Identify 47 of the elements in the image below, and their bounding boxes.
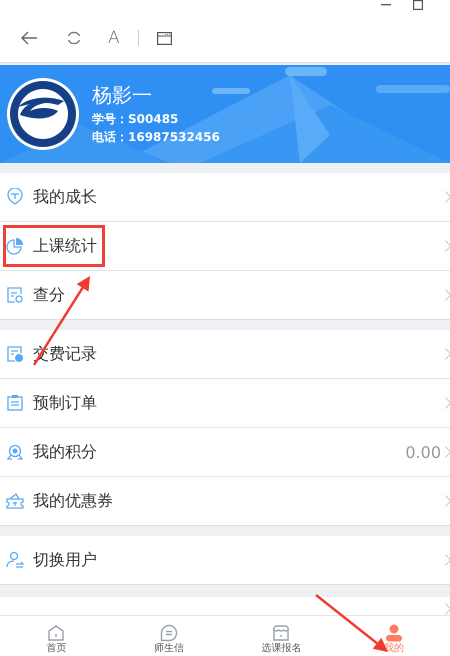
bill-icon bbox=[6, 345, 24, 363]
student-id: 学号：S00485 bbox=[92, 111, 180, 128]
menu-label: 我的成长 bbox=[33, 186, 97, 208]
student-name: 杨影一 bbox=[92, 82, 153, 108]
minimize-icon[interactable] bbox=[381, 4, 391, 6]
menu-label: 上课统计 bbox=[33, 236, 97, 256]
menu-item[interactable]: 我的成长 bbox=[0, 173, 450, 222]
switch-user-icon bbox=[6, 551, 24, 569]
shop-icon bbox=[272, 624, 290, 642]
chevron-icon bbox=[445, 446, 450, 458]
chevron-icon bbox=[445, 397, 450, 409]
person-icon bbox=[384, 624, 403, 642]
chevron-icon bbox=[445, 240, 450, 252]
menu-item[interactable]: 上课统计 bbox=[0, 222, 450, 271]
refresh-icon[interactable] bbox=[66, 30, 82, 46]
pie-chart-icon bbox=[6, 237, 24, 255]
points-value: 0.00 bbox=[405, 442, 441, 462]
menu-label: 预制订单 bbox=[33, 392, 97, 414]
chevron-icon bbox=[445, 348, 450, 360]
back-icon[interactable] bbox=[20, 31, 38, 45]
coupon-icon bbox=[6, 492, 24, 510]
message-icon bbox=[160, 624, 178, 642]
chevron-icon bbox=[445, 191, 450, 203]
menu-label: 我的优惠券 bbox=[33, 490, 113, 512]
menu-item[interactable]: 预制订单 bbox=[0, 379, 450, 428]
chevron-icon bbox=[445, 554, 450, 566]
home-icon bbox=[47, 624, 66, 642]
menu-item[interactable]: 切换用户 bbox=[0, 536, 450, 585]
menu-label: 切换用户 bbox=[33, 550, 97, 570]
phone-number: 电话：16987532456 bbox=[92, 129, 220, 146]
chevron-icon bbox=[445, 289, 450, 301]
window-icon[interactable] bbox=[156, 32, 172, 44]
menu-item[interactable]: 我的积分 0.00 bbox=[0, 428, 450, 477]
tab[interactable]: 首页 bbox=[0, 616, 112, 656]
tab[interactable]: 选课报名 bbox=[225, 616, 338, 656]
chevron-icon bbox=[445, 603, 450, 615]
chevron-icon bbox=[445, 495, 450, 507]
medal-icon bbox=[6, 443, 24, 461]
maximize-icon[interactable] bbox=[413, 0, 423, 10]
report-search-icon bbox=[6, 286, 24, 304]
clipboard-icon bbox=[6, 394, 24, 412]
menu-label: 查分 bbox=[33, 284, 65, 306]
growth-icon bbox=[6, 188, 24, 206]
tab[interactable]: 师生信 bbox=[112, 616, 225, 656]
logo-icon bbox=[6, 77, 80, 151]
font-size-button[interactable]: A bbox=[108, 28, 120, 48]
menu-label: 我的积分 bbox=[33, 442, 97, 462]
